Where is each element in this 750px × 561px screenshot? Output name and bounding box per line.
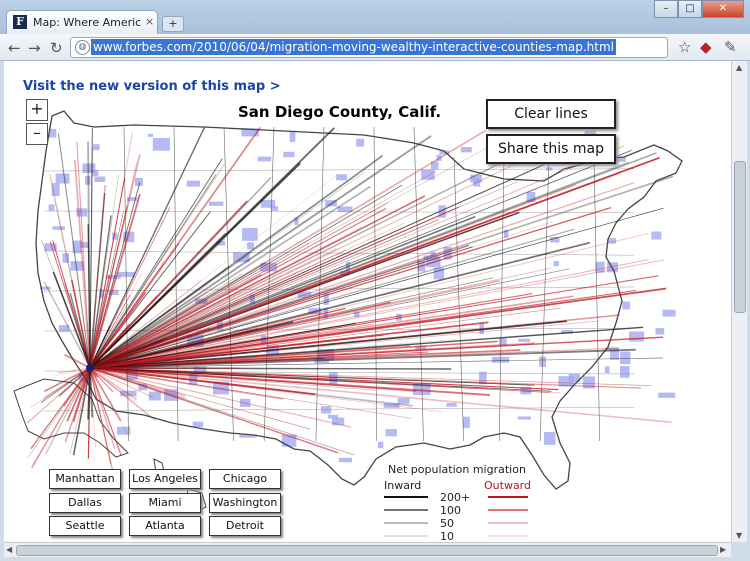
scroll-down-icon[interactable]: ▼ [736, 531, 742, 540]
globe-icon: ◍ [75, 40, 90, 55]
highlighted-county[interactable] [622, 301, 630, 310]
city-button-miami[interactable]: Miami [129, 493, 201, 513]
highlighted-county[interactable] [518, 338, 531, 342]
highlighted-county[interactable] [283, 151, 295, 158]
highlighted-county[interactable] [209, 201, 224, 206]
highlighted-county[interactable] [55, 173, 70, 184]
browser-tab[interactable]: F Map: Where Americans Are × [6, 10, 158, 35]
bookmark-star-icon[interactable]: ☆ [678, 38, 691, 56]
scroll-up-icon[interactable]: ▲ [736, 63, 742, 72]
highlighted-county[interactable] [152, 138, 170, 151]
highlighted-county[interactable] [553, 261, 559, 267]
highlighted-county[interactable] [148, 133, 154, 137]
highlighted-county[interactable] [397, 398, 410, 405]
new-tab-button[interactable]: + [162, 16, 184, 32]
maximize-button[interactable]: □ [678, 0, 702, 18]
highlighted-county[interactable] [543, 432, 556, 445]
highlighted-county[interactable] [498, 338, 507, 345]
city-button-washington[interactable]: Washington [209, 493, 281, 513]
migration-flow-line [30, 367, 91, 450]
highlighted-county[interactable] [52, 226, 65, 230]
highlighted-county[interactable] [517, 416, 531, 420]
highlighted-county[interactable] [620, 366, 630, 378]
highlighted-county[interactable] [655, 328, 665, 335]
page-content: Visit the new version of this map > + – … [4, 61, 731, 542]
highlighted-county[interactable] [186, 180, 200, 187]
scroll-right-icon[interactable]: ▶ [720, 545, 726, 554]
highlighted-county[interactable] [629, 331, 645, 342]
highlighted-county[interactable] [446, 403, 457, 407]
highlighted-county[interactable] [247, 242, 255, 250]
back-arrow-icon[interactable]: ← [8, 39, 21, 57]
reload-icon[interactable]: ↻ [50, 39, 63, 57]
title-bar: F Map: Where Americans Are × + – □ ✕ [0, 0, 750, 35]
city-button-manhattan[interactable]: Manhattan [49, 469, 121, 489]
vertical-scroll-thumb[interactable] [734, 161, 746, 313]
tab-title: Map: Where Americans Are [33, 16, 141, 29]
city-button-dallas[interactable]: Dallas [49, 493, 121, 513]
scroll-left-icon[interactable]: ◀ [6, 545, 12, 554]
minimize-button[interactable]: – [654, 0, 678, 18]
highlighted-county[interactable] [257, 156, 272, 162]
map-title: San Diego County, Calif. [238, 103, 442, 121]
san-diego-origin-marker [86, 364, 94, 372]
city-button-detroit[interactable]: Detroit [209, 516, 281, 536]
highlighted-county[interactable] [385, 429, 397, 437]
share-map-button[interactable]: Share this map [486, 134, 616, 164]
highlighted-county[interactable] [460, 147, 472, 153]
highlighted-county[interactable] [93, 144, 100, 151]
highlighted-county[interactable] [378, 441, 384, 449]
highlighted-county[interactable] [48, 204, 55, 211]
migration-lines [26, 126, 674, 470]
window-controls: – □ ✕ [654, 0, 744, 18]
horizontal-scrollbar[interactable]: ◀ ▶ [4, 542, 731, 557]
highlighted-county[interactable] [336, 174, 347, 181]
highlighted-county[interactable] [192, 421, 204, 427]
horizontal-scroll-thumb[interactable] [16, 545, 718, 556]
highlighted-county[interactable] [320, 406, 332, 414]
window-close-button[interactable]: ✕ [702, 0, 744, 18]
highlighted-county[interactable] [94, 176, 106, 183]
state-border-line [43, 168, 635, 172]
city-button-chicago[interactable]: Chicago [209, 469, 281, 489]
wrench-icon[interactable]: ✎ [724, 38, 737, 56]
url-text[interactable]: www.forbes.com/2010/06/04/migration-movi… [91, 39, 617, 55]
highlighted-county[interactable] [356, 138, 365, 147]
highlighted-county[interactable] [651, 231, 662, 240]
highlighted-county[interactable] [289, 131, 296, 143]
new-version-link[interactable]: Visit the new version of this map > [23, 79, 281, 94]
zoom-in-button[interactable]: + [26, 99, 48, 121]
zoom-out-button[interactable]: – [26, 123, 48, 145]
highlighted-county[interactable] [148, 391, 161, 401]
alaska-outline [13, 378, 129, 458]
city-button-los-angeles[interactable]: Los Angeles [129, 469, 201, 489]
legend-swatches [384, 496, 528, 537]
forward-arrow-icon[interactable]: → [28, 39, 41, 57]
city-button-atlanta[interactable]: Atlanta [129, 516, 201, 536]
legend-title: Net population migration [388, 463, 526, 476]
browser-toolbar: ← → ↻ ◍ www.forbes.com/2010/06/04/migrat… [0, 34, 750, 61]
highlighted-county[interactable] [327, 414, 339, 419]
tab-close-icon[interactable]: × [145, 15, 154, 28]
highlighted-county[interactable] [604, 366, 610, 374]
city-button-seattle[interactable]: Seattle [49, 516, 121, 536]
highlighted-county[interactable] [658, 392, 676, 398]
highlighted-county[interactable] [338, 457, 352, 463]
highlighted-county[interactable] [328, 372, 338, 385]
highlighted-county[interactable] [662, 309, 676, 317]
address-bar[interactable]: ◍ www.forbes.com/2010/06/04/migration-mo… [70, 37, 668, 58]
forbes-favicon-icon: F [13, 15, 27, 29]
highlighted-county[interactable] [462, 416, 470, 428]
extension-icon[interactable]: ◆ [700, 38, 712, 56]
vertical-scrollbar[interactable]: ▲ ▼ [731, 61, 747, 542]
clear-lines-button[interactable]: Clear lines [486, 99, 616, 129]
highlighted-county[interactable] [620, 351, 631, 365]
